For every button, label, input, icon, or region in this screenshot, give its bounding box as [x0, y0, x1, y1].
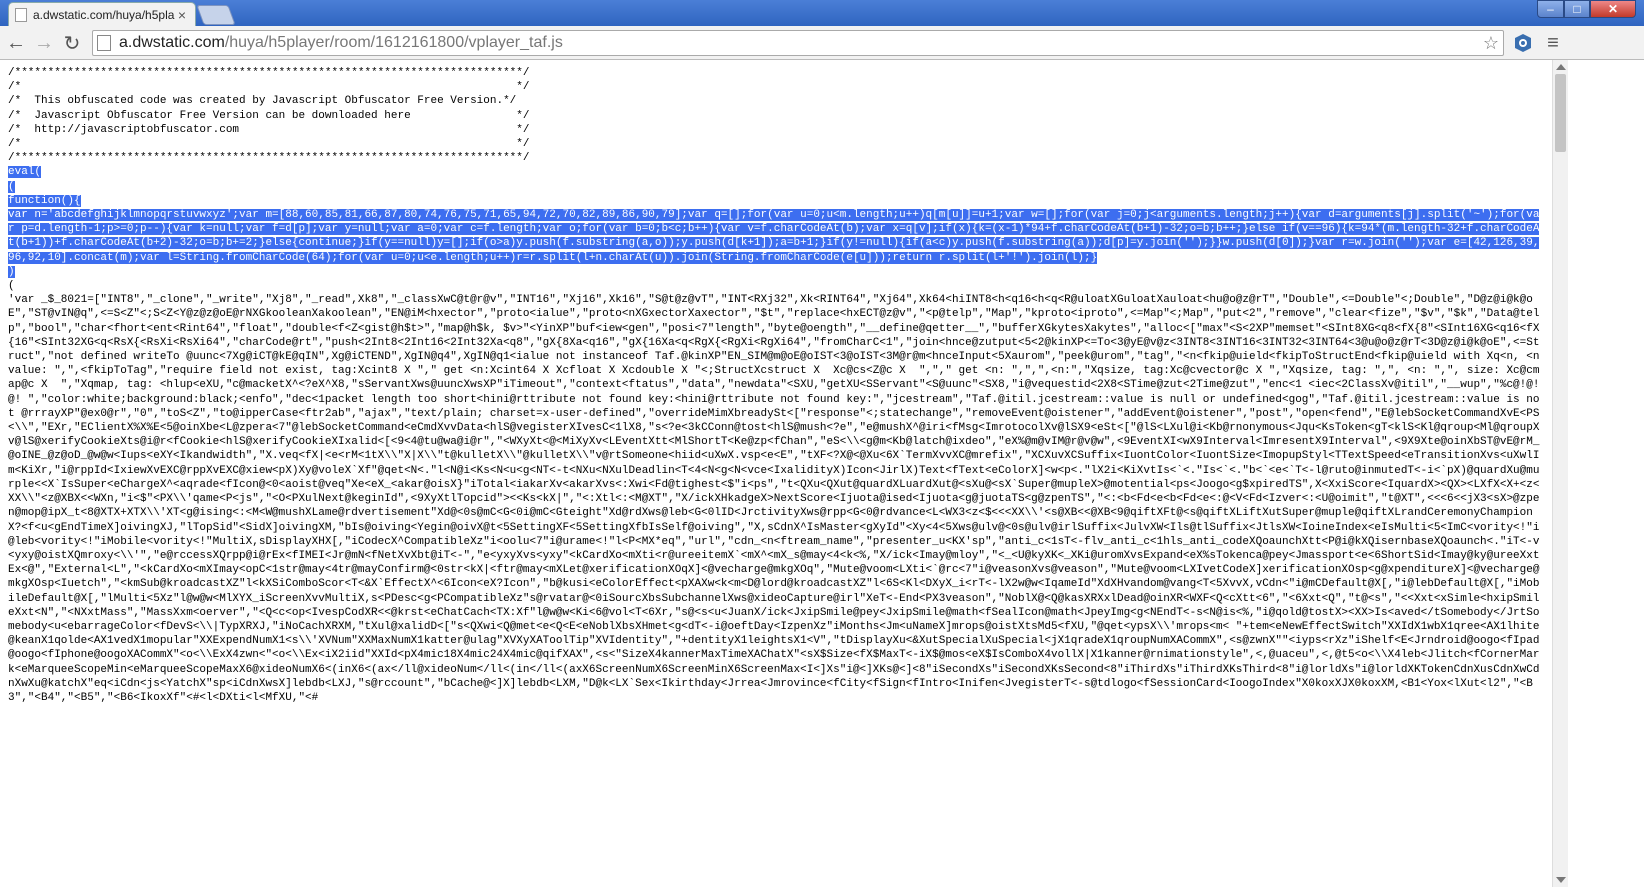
maximize-button[interactable]: □: [1564, 0, 1590, 18]
new-tab-button[interactable]: [196, 5, 236, 25]
tab-title: a.dwstatic.com/huya/h5pla: [33, 7, 175, 22]
selected-code: eval( ( function(){ var n='abcdefghijklm…: [8, 166, 1540, 278]
page-icon: [15, 7, 27, 22]
url-text[interactable]: a.dwstatic.com/huya/h5player/room/161216…: [119, 34, 1479, 52]
browser-toolbar: ← → ↻ a.dwstatic.com/huya/h5player/room/…: [0, 26, 1644, 60]
scroll-down-icon[interactable]: [1556, 877, 1566, 883]
scroll-up-icon[interactable]: [1556, 64, 1566, 70]
source-code: /***************************************…: [0, 60, 1552, 711]
tab-active[interactable]: a.dwstatic.com/huya/h5pla ×: [8, 2, 196, 26]
bookmark-star-icon[interactable]: ☆: [1479, 33, 1503, 54]
tab-strip: a.dwstatic.com/huya/h5pla × – □ ✕: [0, 0, 1644, 26]
page-content: /***************************************…: [0, 60, 1552, 887]
close-window-button[interactable]: ✕: [1590, 0, 1636, 18]
extension-icon[interactable]: [1512, 32, 1534, 54]
url-path: /huya/h5player/room/1612161800/vplayer_t…: [224, 34, 563, 51]
url-host: a.dwstatic.com: [119, 34, 225, 51]
vertical-scrollbar[interactable]: [1552, 60, 1568, 887]
scrollbar-thumb[interactable]: [1555, 74, 1566, 152]
back-button[interactable]: ←: [4, 31, 28, 55]
forward-button[interactable]: →: [32, 31, 56, 55]
code-body: ( 'var _$_8021=["INT8","_clone","_write"…: [8, 280, 1540, 704]
menu-icon[interactable]: ≡: [1542, 32, 1564, 54]
minimize-button[interactable]: –: [1537, 0, 1564, 18]
window-controls: – □ ✕: [1537, 0, 1636, 18]
page-icon: [97, 35, 111, 51]
code-header-comment: /***************************************…: [8, 67, 530, 165]
reload-button[interactable]: ↻: [60, 31, 84, 55]
tab-close-icon[interactable]: ×: [175, 7, 189, 23]
right-margin: [1568, 60, 1644, 887]
address-bar[interactable]: a.dwstatic.com/huya/h5player/room/161216…: [92, 30, 1504, 56]
